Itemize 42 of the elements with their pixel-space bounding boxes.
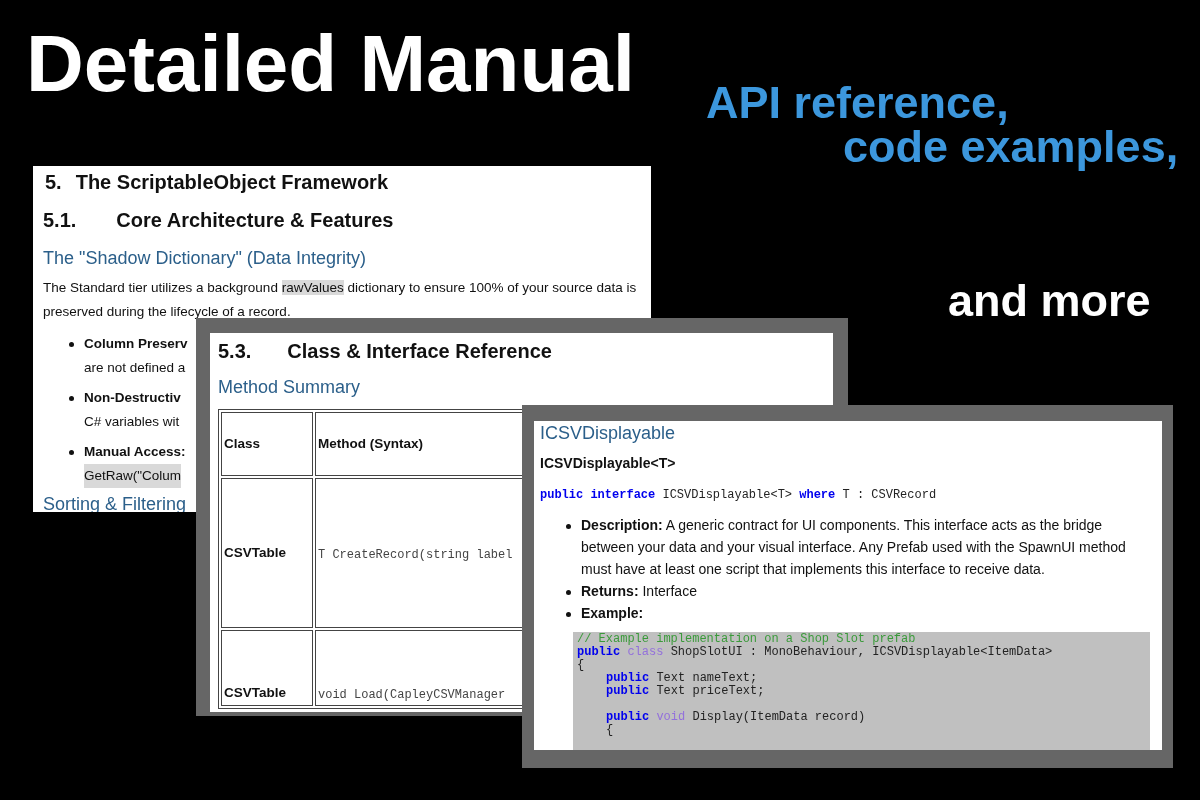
subheading: The "Shadow Dictionary" (Data Integrity) bbox=[43, 248, 367, 270]
bullet-icon bbox=[566, 589, 571, 595]
bullet-icon bbox=[566, 611, 571, 617]
code-line: public void Display(ItemData record) bbox=[605, 708, 867, 724]
code-line: public interface ICSVDisplayable<T> where T : CSVRecord bbox=[540, 486, 938, 504]
bullet-text: GetRaw("Colum bbox=[84, 463, 182, 488]
bullet-text: Example: bbox=[581, 603, 644, 623]
section-number: 5.1. bbox=[43, 208, 77, 232]
subheading: ICSVDisplayable bbox=[540, 423, 677, 445]
code-line: { bbox=[605, 723, 614, 737]
table-cell: CSVTable bbox=[224, 684, 286, 700]
column-header: Class bbox=[221, 411, 313, 476]
code-text: void Load(CapleyCSVManager bbox=[318, 687, 506, 702]
bullet-icon bbox=[566, 523, 571, 529]
bullet-label: Non-Destructiv bbox=[84, 388, 181, 407]
signature-title: ICSVDisplayable<T> bbox=[540, 453, 677, 473]
bullet-text: Returns: Interface bbox=[581, 581, 697, 601]
subheading: Method Summary bbox=[218, 377, 362, 399]
code-text: T CreateRecord(string label bbox=[318, 547, 513, 562]
bullet-label: Column Preserv bbox=[84, 334, 188, 353]
code-line: public Text nameText; bbox=[605, 671, 758, 685]
chapter-number: 5. bbox=[45, 170, 62, 194]
tagline: and more bbox=[948, 278, 1151, 323]
section-title: Class & Interface Reference bbox=[287, 339, 552, 363]
code-line: // Example implementation on a Shop Slot prefab bbox=[577, 632, 916, 646]
bullet-icon bbox=[69, 341, 74, 347]
bullet-text: Description: A generic contract for UI components. This interface acts as the bridge between your data and your visual interface. Any Prefab used with the SpawnUI method must have at least one script that implements this interface to receive data. bbox=[581, 515, 1127, 579]
table-cell: CSVTable bbox=[224, 544, 286, 560]
code-line: public class ShopSlotUI : MonoBehaviour, ICSVDisplayable<ItemData> bbox=[577, 645, 1054, 659]
bullet-icon bbox=[69, 449, 74, 455]
tagline: API reference, bbox=[706, 80, 1009, 125]
bullet-text: are not defined a bbox=[84, 358, 186, 377]
section-title: Core Architecture & Features bbox=[116, 208, 394, 232]
bullet-text: C# variables wit bbox=[84, 412, 180, 431]
code-line: public Text priceText; bbox=[605, 684, 766, 698]
headline: Detailed Manual bbox=[26, 24, 636, 104]
tagline: code examples, bbox=[843, 124, 1179, 169]
bullet-icon bbox=[69, 395, 74, 401]
bullet-label: Manual Access: bbox=[84, 442, 186, 461]
section-number: 5.3. bbox=[218, 339, 252, 363]
code-line: { bbox=[577, 658, 585, 672]
chapter-title: The ScriptableObject Framework bbox=[75, 170, 388, 194]
